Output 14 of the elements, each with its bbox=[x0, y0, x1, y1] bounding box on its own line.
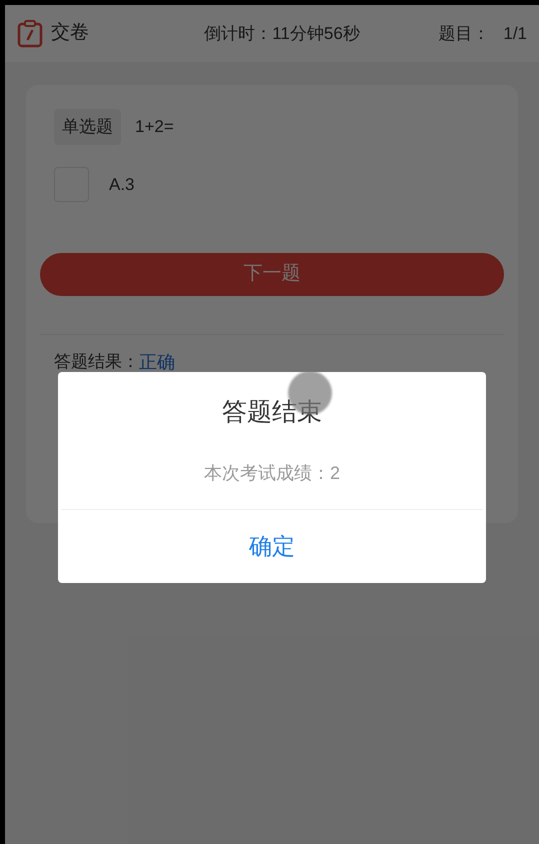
result-value: 正确 bbox=[139, 350, 175, 374]
clipboard-icon bbox=[17, 20, 43, 48]
next-button[interactable]: 下一题 bbox=[40, 252, 504, 296]
question-text: 1+2= bbox=[135, 116, 174, 138]
question-counter: 1/1 bbox=[503, 22, 527, 45]
dialog-title: 答题结束 bbox=[222, 397, 322, 428]
option-label: A.3 bbox=[109, 174, 135, 196]
confirm-button[interactable]: 确定 bbox=[58, 510, 486, 583]
question-counter-label: 题目： bbox=[438, 22, 490, 45]
dialog-message: 本次考试成绩：2 bbox=[204, 462, 340, 484]
question-type-tag: 单选题 bbox=[54, 109, 121, 144]
submit-button[interactable]: 交卷 bbox=[51, 19, 89, 48]
countdown-timer: 倒计时：11分钟56秒 bbox=[203, 22, 361, 45]
result-label: 答题结果： bbox=[54, 351, 139, 374]
